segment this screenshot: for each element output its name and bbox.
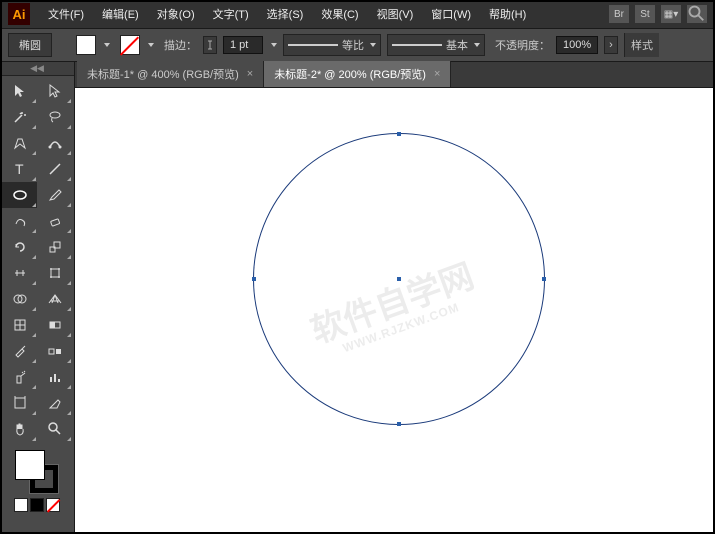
menu-help[interactable]: 帮助(H) [481, 2, 534, 26]
color-mode-none[interactable] [46, 498, 60, 512]
panel-collapse-icon[interactable]: ◀◀ [0, 62, 74, 76]
anchor-point-right[interactable] [542, 277, 546, 281]
color-mode-gradient[interactable] [30, 498, 44, 512]
menu-view[interactable]: 视图(V) [369, 2, 422, 26]
menubar: Ai 文件(F) 编辑(E) 对象(O) 文字(T) 选择(S) 效果(C) 视… [0, 0, 715, 28]
pen-tool[interactable] [2, 130, 37, 156]
eraser-tool[interactable] [37, 208, 72, 234]
scale-tool[interactable] [37, 234, 72, 260]
menu-window[interactable]: 窗口(W) [423, 2, 479, 26]
fill-dropdown-icon[interactable] [104, 43, 110, 47]
gradient-tool[interactable] [37, 312, 72, 338]
perspective-grid-tool[interactable] [37, 286, 72, 312]
color-picker [0, 444, 74, 522]
app-logo: Ai [8, 3, 30, 25]
hand-tool[interactable] [2, 416, 37, 442]
brush-dropdown-icon [474, 43, 480, 47]
document-tab-2[interactable]: 未标题-2* @ 200% (RGB/预览) × [264, 61, 451, 87]
anchor-point-left[interactable] [252, 277, 256, 281]
menu-effect[interactable]: 效果(C) [313, 2, 366, 26]
stock-icon[interactable]: St [635, 5, 655, 23]
symbol-sprayer-tool[interactable] [2, 364, 37, 390]
width-tool[interactable] [2, 260, 37, 286]
paintbrush-tool[interactable] [37, 182, 72, 208]
slice-tool[interactable] [37, 390, 72, 416]
stroke-profile-combo[interactable]: 等比 [283, 34, 381, 56]
color-mode-solid[interactable] [14, 498, 28, 512]
blend-tool[interactable] [37, 338, 72, 364]
profile-dropdown-icon [370, 43, 376, 47]
menu-edit[interactable]: 编辑(E) [94, 2, 147, 26]
stroke-preview-line [288, 44, 338, 46]
opacity-input[interactable] [556, 36, 598, 54]
free-transform-tool[interactable] [37, 260, 72, 286]
brush-label: 基本 [446, 37, 468, 53]
type-tool[interactable]: T [2, 156, 37, 182]
ellipse-shape[interactable] [253, 133, 545, 425]
stroke-weight-dropdown-icon[interactable] [271, 43, 277, 47]
bridge-icon[interactable]: Br [609, 5, 629, 23]
menu-select[interactable]: 选择(S) [259, 2, 312, 26]
ellipse-tool[interactable] [2, 182, 37, 208]
direct-selection-tool[interactable] [37, 78, 72, 104]
tab-close-icon[interactable]: × [434, 68, 440, 80]
tab-close-icon[interactable]: × [247, 68, 253, 80]
lasso-tool[interactable] [37, 104, 72, 130]
fill-color-swatch[interactable] [15, 450, 45, 480]
brush-preview-line [392, 44, 442, 46]
fill-swatch[interactable] [76, 35, 96, 55]
opacity-more-icon[interactable]: › [604, 36, 618, 54]
selection-tool[interactable] [2, 78, 37, 104]
magic-wand-tool[interactable] [2, 104, 37, 130]
opacity-label: 不透明度： [495, 37, 550, 53]
svg-text:T: T [15, 161, 24, 177]
shape-builder-tool[interactable] [2, 286, 37, 312]
menu-object[interactable]: 对象(O) [149, 2, 203, 26]
menu-file[interactable]: 文件(F) [40, 2, 92, 26]
tab-label: 未标题-1* @ 400% (RGB/预览) [87, 66, 239, 82]
canvas[interactable]: 软件自学网 WWW.RJZKW.COM [75, 88, 715, 534]
anchor-point-bottom[interactable] [397, 422, 401, 426]
eyedropper-tool[interactable] [2, 338, 37, 364]
stroke-weight-input[interactable] [223, 36, 263, 54]
rotate-tool[interactable] [2, 234, 37, 260]
curvature-tool[interactable] [37, 130, 72, 156]
center-point [397, 277, 401, 281]
stroke-dropdown-icon[interactable] [148, 43, 154, 47]
brush-definition-combo[interactable]: 基本 [387, 34, 485, 56]
artboard-tool[interactable] [2, 390, 37, 416]
style-dropdown[interactable]: 样式 [624, 33, 659, 57]
line-tool[interactable] [37, 156, 72, 182]
shaper-tool[interactable] [2, 208, 37, 234]
document-tab-1[interactable]: 未标题-1* @ 400% (RGB/预览) × [77, 61, 264, 87]
stroke-link-icon[interactable] [203, 36, 217, 54]
stroke-label: 描边： [164, 37, 197, 53]
control-bar: 椭圆 描边： 等比 基本 不透明度： › 样式 [0, 28, 715, 62]
mesh-tool[interactable] [2, 312, 37, 338]
workspace-switcher-icon[interactable]: ▦▾ [661, 5, 681, 23]
menu-type[interactable]: 文字(T) [205, 2, 257, 26]
stroke-profile-label: 等比 [342, 37, 364, 53]
zoom-tool[interactable] [37, 416, 72, 442]
tools-panel: ◀◀ T [0, 62, 75, 534]
search-icon[interactable] [687, 5, 707, 23]
tab-label: 未标题-2* @ 200% (RGB/预览) [274, 66, 426, 82]
document-tabs: 未标题-1* @ 400% (RGB/预览) × 未标题-2* @ 200% (… [75, 62, 715, 88]
column-graph-tool[interactable] [37, 364, 72, 390]
current-tool-label: 椭圆 [8, 33, 52, 57]
stroke-swatch[interactable] [120, 35, 140, 55]
anchor-point-top[interactable] [397, 132, 401, 136]
